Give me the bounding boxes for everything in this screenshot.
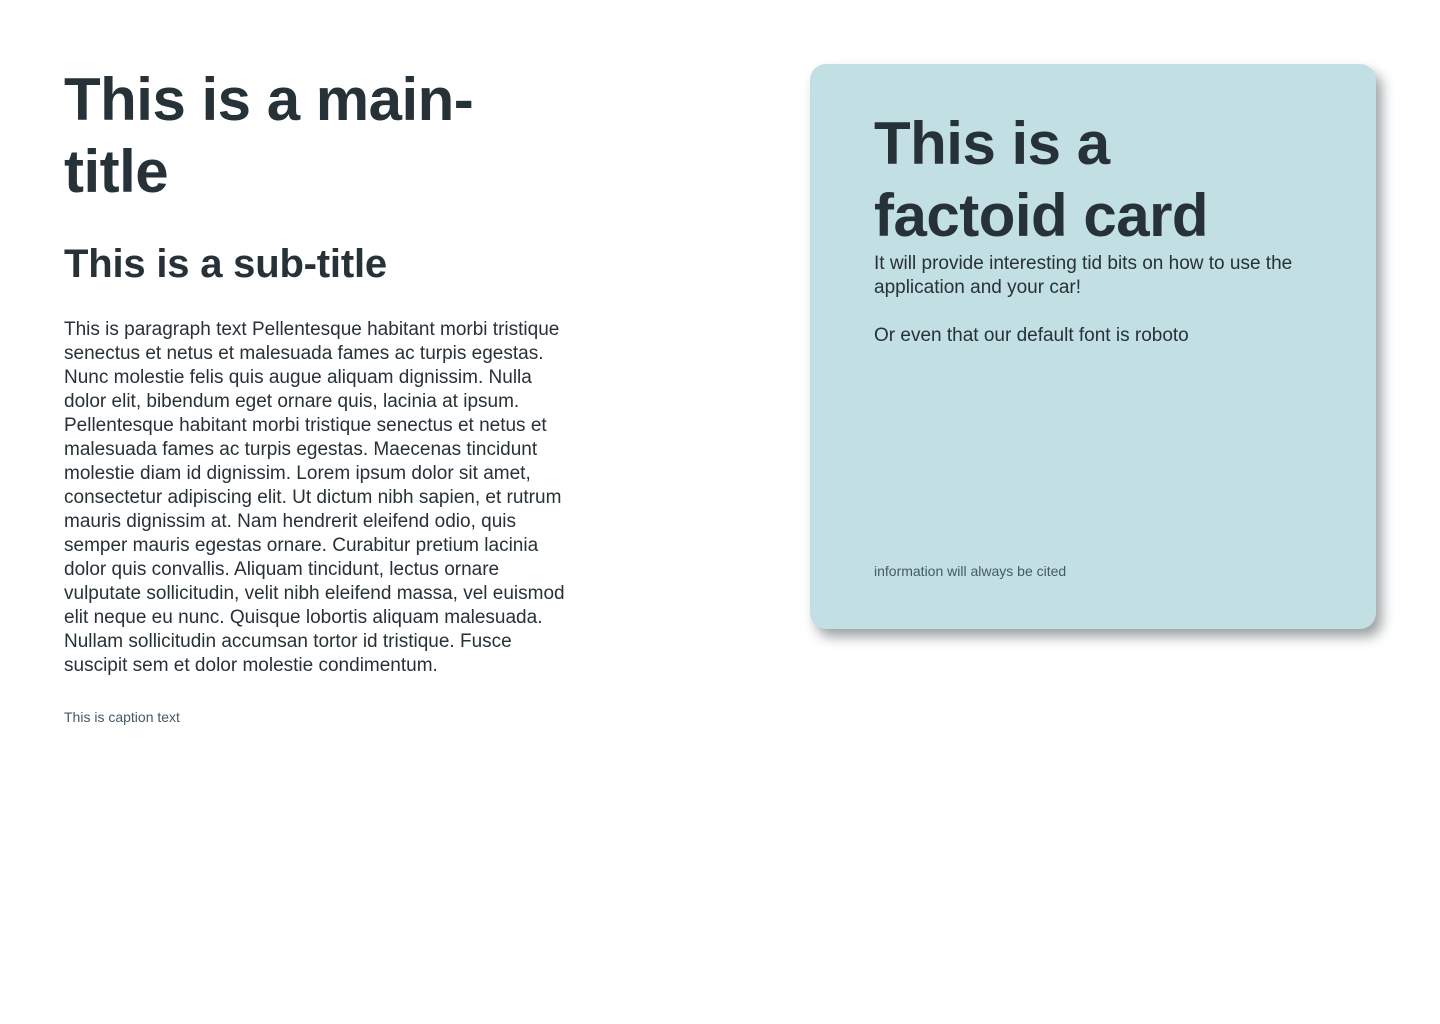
typography-samples: This is a main-title This is a sub-title… bbox=[64, 64, 576, 727]
main-title: This is a main-title bbox=[64, 66, 474, 205]
factoid-citation: information will always be cited bbox=[874, 563, 1067, 579]
sub-title: This is a sub-title bbox=[64, 242, 387, 286]
factoid-title: This is a factoid card bbox=[874, 110, 1209, 249]
caption-text: This is caption text bbox=[64, 709, 180, 725]
factoid-card: This is a factoid card It will provide i… bbox=[810, 64, 1376, 629]
factoid-text-usage: It will provide interesting tid bits on … bbox=[874, 253, 1293, 298]
typography-page: This is a main-title This is a sub-title… bbox=[0, 0, 1440, 1024]
factoid-text-font: Or even that our default font is roboto bbox=[874, 325, 1189, 346]
paragraph-text: This is paragraph text Pellentesque habi… bbox=[64, 319, 565, 676]
